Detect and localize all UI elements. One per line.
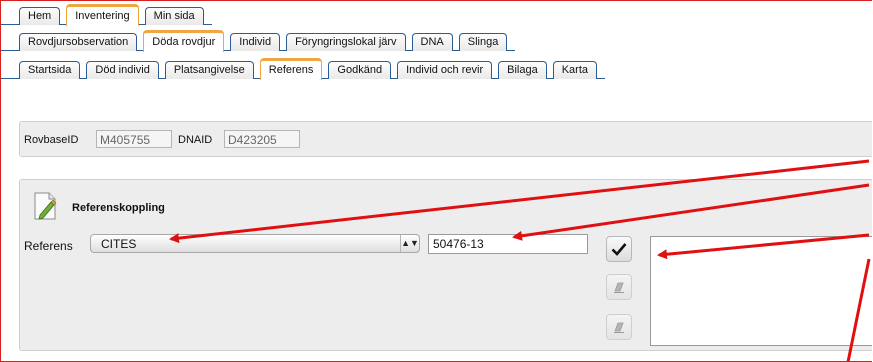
tab-dna[interactable]: DNA bbox=[411, 33, 453, 51]
tab-startsida[interactable]: Startsida bbox=[19, 61, 81, 79]
main-tabs: Hem Inventering Min sida bbox=[1, 3, 212, 26]
tab-min-sida[interactable]: Min sida bbox=[144, 7, 204, 25]
detail-tabs: Startsida Död individ Platsangivelse Ref… bbox=[1, 57, 605, 80]
up-down-arrows-icon: ▲▼ bbox=[400, 235, 419, 252]
checkmark-icon bbox=[611, 243, 627, 256]
tab-doda-rovdjur[interactable]: Döda rovdjur bbox=[143, 30, 225, 52]
eraser-icon bbox=[614, 282, 624, 293]
confirm-button[interactable] bbox=[606, 236, 632, 262]
tab-karta[interactable]: Karta bbox=[552, 61, 597, 79]
tab-godkand[interactable]: Godkänd bbox=[328, 61, 392, 79]
dna-id-field: D423205 bbox=[224, 130, 300, 148]
tab-referens[interactable]: Referens bbox=[259, 58, 323, 80]
tab-dod-individ[interactable]: Död individ bbox=[86, 61, 159, 79]
reference-panel: Referenskoppling Referens CITES ▲▼ 50476… bbox=[19, 179, 872, 351]
dna-id-label: DNAID bbox=[178, 134, 213, 146]
section-title: Referenskoppling bbox=[72, 202, 165, 214]
tab-platsangivelse[interactable]: Platsangivelse bbox=[164, 61, 254, 79]
reference-label: Referens bbox=[24, 239, 73, 253]
reference-comment-textarea[interactable] bbox=[650, 236, 872, 346]
reference-select[interactable]: CITES ▲▼ bbox=[90, 234, 420, 253]
id-panel: RovbaseID M405755 DNAID D423205 bbox=[19, 121, 872, 157]
category-tabs: Rovdjursobservation Döda rovdjur Individ… bbox=[1, 29, 516, 52]
eraser-icon bbox=[614, 322, 624, 333]
document-pen-icon bbox=[32, 191, 58, 224]
tab-rovdjursobservation[interactable]: Rovdjursobservation bbox=[19, 33, 138, 51]
tab-bilaga[interactable]: Bilaga bbox=[498, 61, 547, 79]
tab-foryngringslokal-jarv[interactable]: Föryngringslokal järv bbox=[286, 33, 406, 51]
tab-inventering[interactable]: Inventering bbox=[66, 4, 139, 26]
delete-button[interactable] bbox=[606, 314, 632, 340]
tab-individ[interactable]: Individ bbox=[230, 33, 281, 51]
edit-button[interactable] bbox=[606, 274, 632, 300]
tab-slinga[interactable]: Slinga bbox=[458, 33, 508, 51]
tab-hem[interactable]: Hem bbox=[19, 7, 61, 25]
reference-select-value: CITES bbox=[101, 237, 137, 251]
rovbase-id-label: RovbaseID bbox=[24, 134, 79, 146]
tab-individ-och-revir[interactable]: Individ och revir bbox=[397, 61, 493, 79]
rovbase-id-field: M405755 bbox=[96, 130, 172, 148]
app-frame: Hem Inventering Min sida Rovdjursobserva… bbox=[0, 0, 872, 362]
reference-number-input[interactable]: 50476-13 bbox=[428, 234, 588, 254]
